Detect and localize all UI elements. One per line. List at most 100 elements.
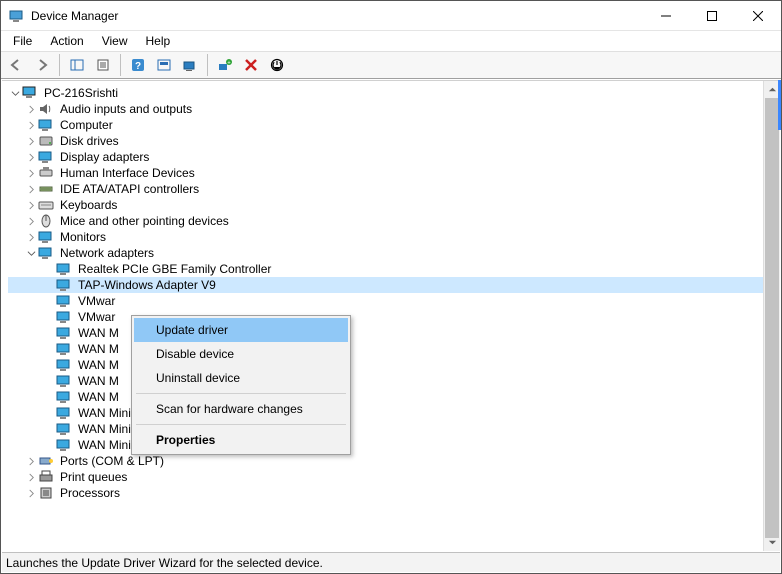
tree-device[interactable]: WAN Miniport (PPTP) <box>8 421 780 437</box>
menu-help[interactable]: Help <box>138 32 179 50</box>
context-separator <box>136 424 346 425</box>
tree-device[interactable]: Realtek PCIe GBE Family Controller <box>8 261 780 277</box>
chevron-right-icon[interactable] <box>24 217 38 226</box>
chevron-right-icon[interactable] <box>24 201 38 210</box>
help-button[interactable]: ? <box>127 54 149 76</box>
chevron-right-icon[interactable] <box>24 473 38 482</box>
forward-button[interactable] <box>31 54 53 76</box>
back-button[interactable] <box>5 54 27 76</box>
tree-category[interactable]: Print queues <box>8 469 780 485</box>
chevron-down-icon[interactable] <box>8 89 22 98</box>
menu-file[interactable]: File <box>5 32 40 50</box>
device-tree-panel: PC-216Srishti Audio inputs and outputs Co… <box>2 80 780 551</box>
tree-category-label: Display adapters <box>58 150 149 164</box>
menu-view[interactable]: View <box>94 32 136 50</box>
printer-icon <box>38 469 54 485</box>
chevron-right-icon[interactable] <box>24 233 38 242</box>
cpu-icon <box>38 485 54 501</box>
window-controls <box>643 1 781 31</box>
tree-category[interactable]: Ports (COM & LPT) <box>8 453 780 469</box>
network-adapter-icon <box>56 341 72 357</box>
context-update-driver[interactable]: Update driver <box>134 318 348 342</box>
tree-device[interactable]: WAN M <box>8 373 780 389</box>
minimize-button[interactable] <box>643 1 689 31</box>
app-icon <box>9 8 25 24</box>
svg-text:?: ? <box>135 61 141 72</box>
monitor-icon <box>38 117 54 133</box>
close-button[interactable] <box>735 1 781 31</box>
port-icon <box>38 453 54 469</box>
chevron-right-icon[interactable] <box>24 457 38 466</box>
network-adapter-icon <box>56 357 72 373</box>
tree-category[interactable]: Human Interface Devices <box>8 165 780 181</box>
network-adapter-icon <box>56 261 72 277</box>
network-adapter-icon <box>56 325 72 341</box>
context-disable-device[interactable]: Disable device <box>134 342 348 366</box>
tree-device[interactable]: WAN Miniport (SSTP) <box>8 437 780 453</box>
tree-category[interactable]: Monitors <box>8 229 780 245</box>
speaker-icon <box>38 101 54 117</box>
maximize-button[interactable] <box>689 1 735 31</box>
add-legacy-button[interactable]: + <box>214 54 236 76</box>
tree-device-label: WAN M <box>76 390 119 404</box>
chevron-down-icon[interactable] <box>24 249 38 258</box>
network-adapter-icon <box>56 277 72 293</box>
vertical-scrollbar[interactable] <box>763 81 780 551</box>
network-adapter-icon <box>56 293 72 309</box>
menu-action[interactable]: Action <box>42 32 91 50</box>
tree-category[interactable]: Keyboards <box>8 197 780 213</box>
tree-category-label: Audio inputs and outputs <box>58 102 192 116</box>
context-properties[interactable]: Properties <box>134 428 348 452</box>
tree-root-label: PC-216Srishti <box>42 86 118 100</box>
tree-device[interactable]: WAN Miniport (PPPOE) <box>8 405 780 421</box>
chevron-right-icon[interactable] <box>24 105 38 114</box>
context-item-label: Uninstall device <box>156 371 240 385</box>
tree-category-label: Network adapters <box>58 246 154 260</box>
device-tree[interactable]: PC-216Srishti Audio inputs and outputs Co… <box>2 81 780 551</box>
tree-category-label: Computer <box>58 118 113 132</box>
disable-button[interactable] <box>266 54 288 76</box>
computer-icon <box>22 85 38 101</box>
context-uninstall-device[interactable]: Uninstall device <box>134 366 348 390</box>
context-separator <box>136 393 346 394</box>
disk-icon <box>38 133 54 149</box>
chevron-right-icon[interactable] <box>24 121 38 130</box>
tree-device[interactable]: VMwar <box>8 309 780 325</box>
tree-device[interactable]: VMwar <box>8 293 780 309</box>
tree-category[interactable]: Disk drives <box>8 133 780 149</box>
tree-device[interactable]: WAN M <box>8 325 780 341</box>
mouse-icon <box>38 213 54 229</box>
tree-category-label: Keyboards <box>58 198 117 212</box>
keyboard-icon <box>38 197 54 213</box>
properties-button[interactable] <box>92 54 114 76</box>
scroll-thumb[interactable] <box>765 98 779 538</box>
status-text: Launches the Update Driver Wizard for th… <box>6 556 323 570</box>
tree-category[interactable]: IDE ATA/ATAPI controllers <box>8 181 780 197</box>
tree-root[interactable]: PC-216Srishti <box>8 85 780 101</box>
chevron-right-icon[interactable] <box>24 137 38 146</box>
show-hide-tree-button[interactable] <box>66 54 88 76</box>
tree-device[interactable]: WAN M <box>8 357 780 373</box>
tree-device[interactable]: TAP-Windows Adapter V9 <box>8 277 780 293</box>
uninstall-button[interactable] <box>240 54 262 76</box>
tree-device-label: WAN M <box>76 326 119 340</box>
tree-category[interactable]: Mice and other pointing devices <box>8 213 780 229</box>
tree-category-network[interactable]: Network adapters <box>8 245 780 261</box>
tree-device[interactable]: WAN M <box>8 389 780 405</box>
tree-category[interactable]: Audio inputs and outputs <box>8 101 780 117</box>
tree-device-label: WAN M <box>76 374 119 388</box>
tree-category[interactable]: Display adapters <box>8 149 780 165</box>
tree-device-label: TAP-Windows Adapter V9 <box>76 278 216 292</box>
chevron-right-icon[interactable] <box>24 169 38 178</box>
tree-device-label: Realtek PCIe GBE Family Controller <box>76 262 271 276</box>
tree-device[interactable]: WAN M <box>8 341 780 357</box>
scroll-down-icon[interactable] <box>764 534 780 551</box>
scan-hardware-button[interactable] <box>179 54 201 76</box>
context-scan-hardware[interactable]: Scan for hardware changes <box>134 397 348 421</box>
update-driver-button[interactable] <box>153 54 175 76</box>
chevron-right-icon[interactable] <box>24 489 38 498</box>
chevron-right-icon[interactable] <box>24 185 38 194</box>
chevron-right-icon[interactable] <box>24 153 38 162</box>
tree-category[interactable]: Processors <box>8 485 780 501</box>
tree-category[interactable]: Computer <box>8 117 780 133</box>
